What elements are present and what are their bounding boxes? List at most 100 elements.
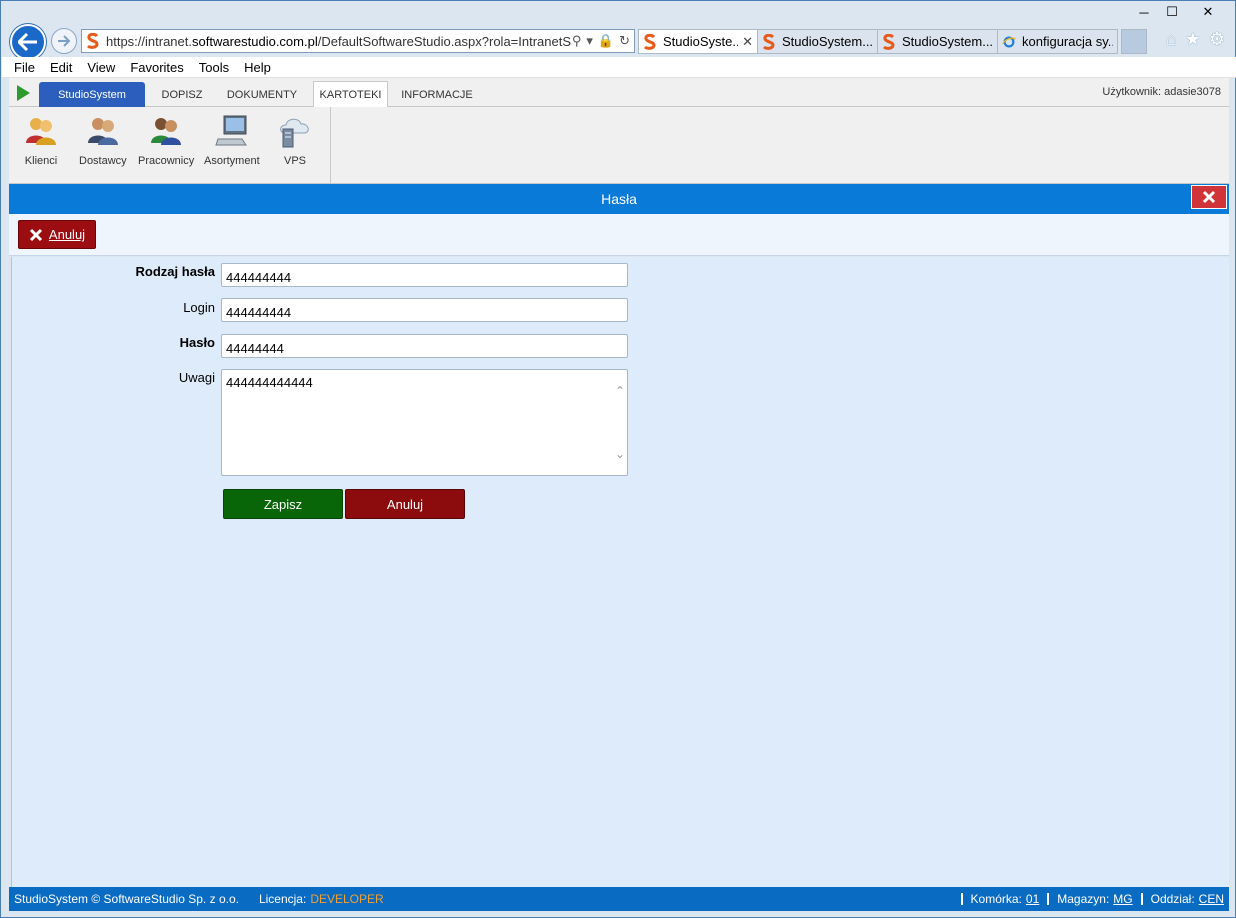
warehouse-label: Magazyn:	[1057, 892, 1110, 906]
toolbar-cancel-button[interactable]: Anuluj	[18, 220, 96, 249]
branch-label: Oddział:	[1150, 892, 1195, 906]
ribbon-label: Klienci	[24, 155, 58, 167]
refresh-icon[interactable]: ↻	[619, 33, 630, 49]
password-type-label: Rodzaj hasła	[135, 264, 215, 279]
tab-label: konfiguracja sy...	[1022, 34, 1113, 49]
back-arrow-icon	[18, 33, 37, 51]
ribbon-assortment-button[interactable]: Asortyment	[204, 113, 260, 167]
notes-label: Uwagi	[178, 370, 215, 385]
dialog-toolbar: Anuluj	[9, 214, 1229, 256]
tab-studiosystem[interactable]: StudioSystem	[39, 82, 145, 107]
browser-tab[interactable]: StudioSyste... ✕	[638, 29, 758, 54]
ribbon-group: Klienci Dostawcy Pracownicy Asortyment V…	[9, 107, 331, 184]
ribbon-body: Klienci Dostawcy Pracownicy Asortyment V…	[9, 107, 1229, 184]
menu-bar: File Edit View Favorites Tools Help	[2, 57, 1236, 78]
browser-tab[interactable]: StudioSystem....	[758, 29, 878, 54]
tab-label: StudioSyste...	[663, 34, 739, 49]
ribbon-clients-button[interactable]: Klienci	[23, 113, 59, 167]
tab-informacje[interactable]: INFORMACJE	[397, 82, 477, 107]
ribbon-label: VPS	[283, 155, 306, 167]
tab-dokumenty[interactable]: DOKUMENTY	[219, 82, 305, 107]
password-type-input[interactable]	[221, 263, 628, 287]
ribbon-label: Asortyment	[204, 155, 260, 167]
tab-kartoteki[interactable]: KARTOTEKI	[313, 81, 388, 108]
window-controls: ─ ☐ ✕	[1130, 1, 1230, 23]
ie-icon	[1002, 36, 1016, 47]
studiosystem-s-icon	[882, 33, 895, 50]
dropdown-icon[interactable]: ▾	[586, 33, 593, 49]
cancel-button[interactable]: Anuluj	[345, 489, 465, 519]
copyright-text: StudioSystem © SoftwareStudio Sp. z o.o.	[14, 892, 239, 906]
browser-tab[interactable]: konfiguracja sy...	[998, 29, 1118, 54]
address-bar[interactable]: https://intranet.softwarestudio.com.pl/D…	[81, 29, 635, 53]
login-input[interactable]	[221, 298, 628, 322]
forward-arrow-icon	[58, 35, 71, 47]
notes-textarea[interactable]: 444444444444 ⌃ ⌄	[221, 369, 628, 476]
menu-tools[interactable]: Tools	[199, 60, 229, 75]
form-area: Rodzaj hasła Login Hasło Uwagi 444444444…	[11, 257, 1229, 887]
favorites-star-icon[interactable]: ★	[1185, 29, 1201, 50]
studiosystem-s-icon	[643, 33, 656, 50]
tab-dopisz[interactable]: DOPISZ	[155, 82, 209, 107]
user-label: Użytkownik: adasie3078	[1102, 86, 1221, 98]
search-icon[interactable]: ⚲	[572, 33, 582, 49]
scroll-down-icon[interactable]: ⌄	[615, 447, 625, 461]
employees-icon	[151, 118, 182, 145]
branch-link[interactable]: CEN	[1199, 892, 1224, 906]
close-window-icon[interactable]: ✕	[1186, 1, 1230, 23]
cell-link[interactable]: 01	[1026, 892, 1039, 906]
warehouse-link[interactable]: MG	[1113, 892, 1132, 906]
computer-icon	[215, 115, 247, 146]
browser-window: ─ ☐ ✕ https://intranet.softwarestudio.co…	[0, 0, 1236, 918]
studiosystem-s-icon	[762, 33, 775, 50]
navigation-row: https://intranet.softwarestudio.com.pl/D…	[1, 23, 1236, 60]
lock-icon: 🔒	[597, 33, 615, 48]
gear-icon[interactable]: ⚙	[1209, 29, 1225, 50]
back-button[interactable]	[10, 24, 46, 60]
new-tab-button[interactable]	[1121, 29, 1147, 54]
menu-edit[interactable]: Edit	[50, 60, 72, 75]
save-button[interactable]: Zapisz	[223, 489, 343, 519]
status-bar: StudioSystem © SoftwareStudio Sp. z o.o.…	[9, 887, 1229, 911]
toolbar-cancel-label: Anuluj	[48, 227, 86, 242]
dialog-close-button[interactable]	[1191, 185, 1227, 209]
close-icon	[1202, 190, 1216, 204]
notes-value: 444444444444	[226, 375, 313, 390]
ribbon-vps-button[interactable]: VPS	[277, 113, 313, 167]
forward-button[interactable]	[51, 28, 77, 54]
tab-label: StudioSystem....	[782, 34, 873, 49]
studiosystem-s-icon	[86, 33, 99, 49]
scroll-up-icon[interactable]: ⌃	[615, 384, 625, 398]
clients-icon	[26, 118, 56, 145]
password-input[interactable]	[221, 334, 628, 358]
ribbon-employees-button[interactable]: Pracownicy	[138, 113, 194, 167]
suppliers-icon	[87, 118, 118, 145]
dialog-title: Hasła	[601, 191, 637, 207]
tab-label: StudioSystem....	[902, 34, 993, 49]
home-icon[interactable]: ⌂	[1166, 29, 1177, 50]
license-value: DEVELOPER	[310, 892, 384, 906]
ribbon-suppliers-button[interactable]: Dostawcy	[79, 113, 127, 167]
close-icon	[29, 228, 42, 241]
status-right: Komórka: 01 Magazyn: MG Oddział: CEN	[957, 892, 1224, 906]
cell-label: Komórka:	[970, 892, 1022, 906]
url-text: https://intranet.softwarestudio.com.pl/D…	[106, 33, 572, 49]
minimize-icon[interactable]: ─	[1130, 1, 1158, 23]
maximize-icon[interactable]: ☐	[1158, 1, 1186, 23]
dialog-title-bar: Hasła	[9, 184, 1229, 214]
ribbon-label: Pracownicy	[138, 155, 195, 167]
browser-tabs: StudioSyste... ✕ StudioSystem.... Studio…	[638, 29, 1147, 54]
menu-file[interactable]: File	[14, 60, 35, 75]
menu-help[interactable]: Help	[244, 60, 271, 75]
menu-favorites[interactable]: Favorites	[130, 60, 183, 75]
login-label: Login	[183, 300, 215, 315]
password-label: Hasło	[179, 335, 215, 350]
play-icon[interactable]	[17, 85, 30, 101]
browser-tab[interactable]: StudioSystem....	[878, 29, 998, 54]
license-label: Licencja:	[258, 892, 307, 906]
tab-close-icon[interactable]: ✕	[742, 34, 753, 50]
menu-view[interactable]: View	[87, 60, 115, 75]
ribbon-tabs: StudioSystem DOPISZ DOKUMENTY KARTOTEKI …	[9, 78, 1229, 108]
cloud-server-icon	[280, 118, 309, 148]
ribbon-label: Dostawcy	[79, 155, 127, 167]
